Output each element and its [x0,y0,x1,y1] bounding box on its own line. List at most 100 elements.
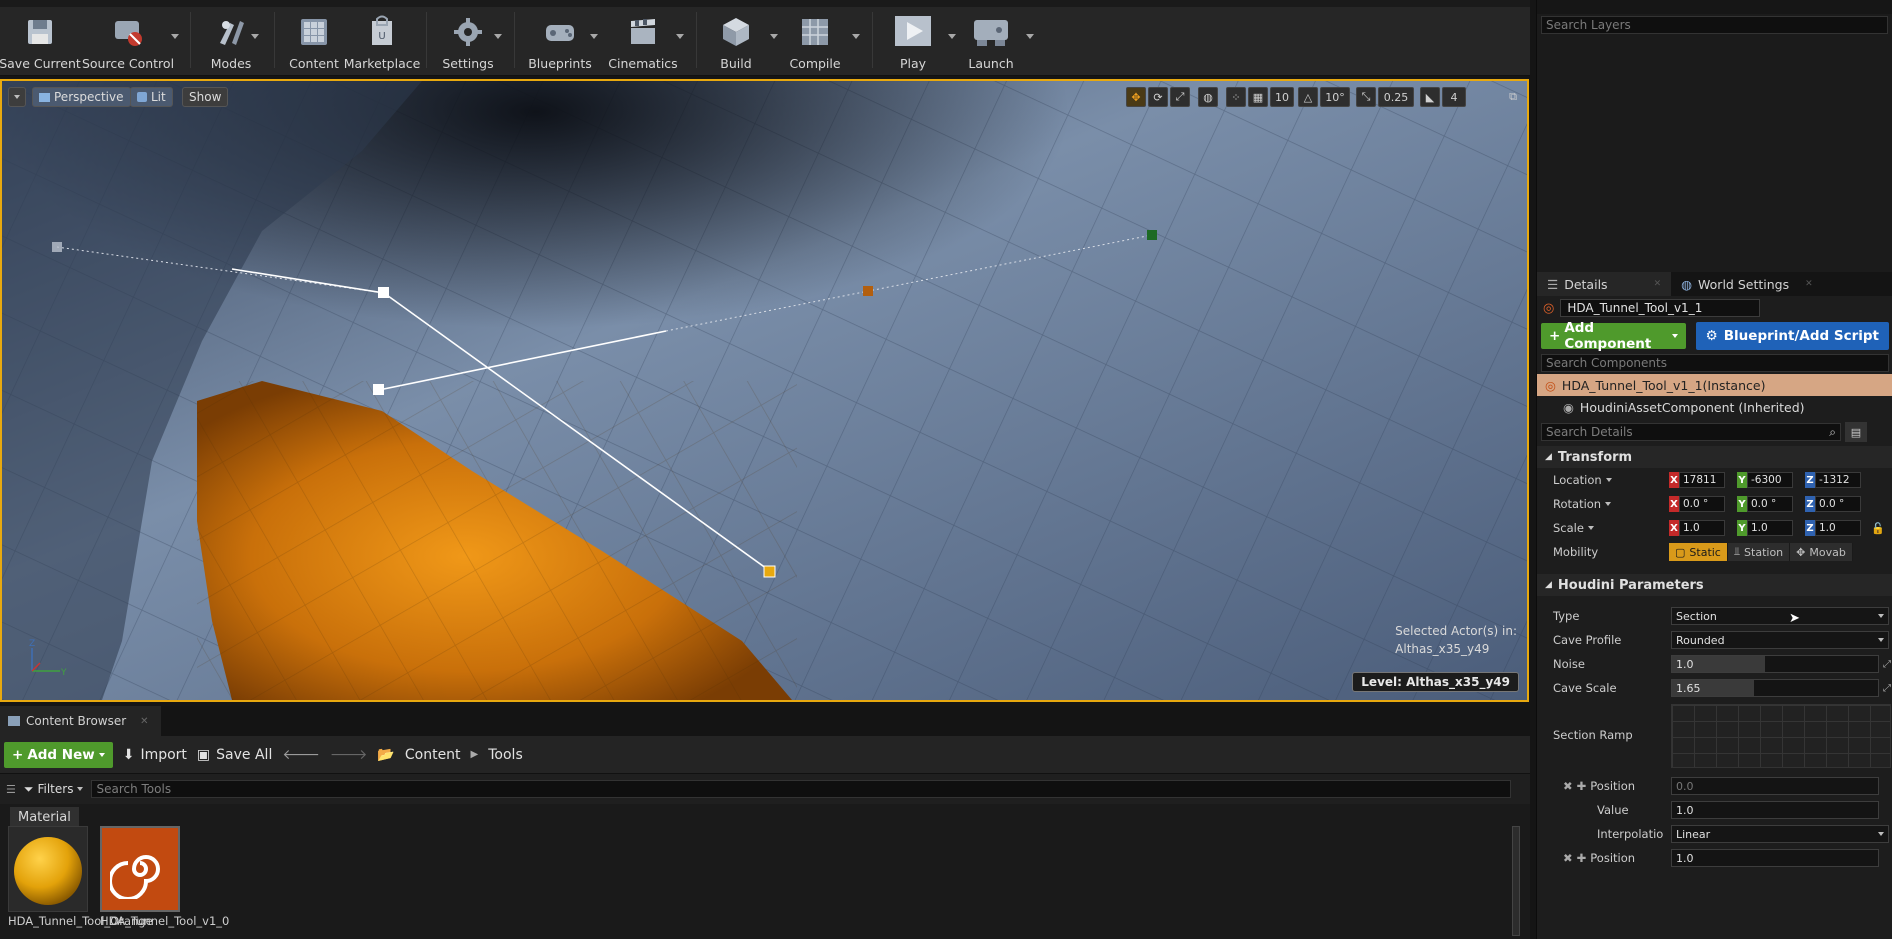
scale-snap-value[interactable]: 0.25 [1378,87,1414,107]
houdini-parameters-section-header[interactable]: ◢ Houdini Parameters [1537,574,1892,596]
rotation-x-field[interactable]: 0.0 ° [1679,496,1725,512]
history-forward-icon[interactable]: 🡒 [330,746,368,763]
spline-control-point[interactable] [52,242,62,252]
location-z-field[interactable]: -1312 [1815,472,1861,488]
spline-control-point[interactable] [863,286,873,296]
spline-point-handle[interactable] [378,287,389,298]
lit-button[interactable]: Lit [130,87,173,107]
rotate-mode-icon[interactable]: ⟳ [1148,87,1168,107]
scale-z[interactable]: Z 1.0 [1805,520,1861,536]
scale-y-field[interactable]: 1.0 [1747,520,1793,536]
location-y[interactable]: Y -6300 [1737,472,1793,488]
rotation-z[interactable]: Z 0.0 ° [1805,496,1861,512]
search-tools-input[interactable]: Search Tools [91,780,1512,798]
actor-name-field[interactable]: HDA_Tunnel_Tool_v1_1 [1560,299,1761,317]
world-local-icon[interactable]: ◍ [1198,87,1218,107]
scale-snap-icon[interactable]: ⤡ [1356,87,1376,107]
type-dropdown[interactable]: Section [1671,607,1889,625]
play-button[interactable]: Play [890,12,936,72]
component-item-houdini[interactable]: ◉ HoudiniAssetComponent (Inherited) [1537,396,1892,418]
mobility-selector[interactable]: ▢ Static ⫫ Station ✥ Movab [1669,543,1853,561]
scale-y[interactable]: Y 1.0 [1737,520,1793,536]
scale-z-field[interactable]: 1.0 [1815,520,1861,536]
spline-control-point[interactable] [1147,230,1157,240]
tab-details[interactable]: ☰ Details ✕ [1537,272,1672,296]
blueprints-button[interactable]: Blueprints [528,12,592,72]
history-back-icon[interactable]: 🡐 [282,746,320,763]
save-all-button[interactable]: ▣ Save All [197,747,272,763]
section-ramp-curve[interactable] [1671,704,1891,768]
asset-tile-selected[interactable]: HDA_Tunnel_Tool_v1_0 [100,826,229,928]
breadcrumb-tools[interactable]: Tools [488,747,523,763]
settings-caret-icon[interactable] [494,34,502,39]
tab-world-settings[interactable]: ◍ World Settings ✕ [1671,272,1823,296]
compile-caret-icon[interactable] [852,34,860,39]
scale-label[interactable]: Scale [1553,521,1594,535]
rotation-label[interactable]: Rotation [1553,497,1612,511]
viewport-options-dropdown[interactable] [8,87,26,107]
location-label[interactable]: Location [1553,473,1612,487]
add-point-icon[interactable]: ✚ [1577,851,1587,865]
interpolation-dropdown[interactable]: Linear [1671,825,1889,843]
show-button[interactable]: Show [182,87,229,107]
mobility-static-option[interactable]: ▢ Static [1669,543,1728,561]
close-icon[interactable]: ✕ [1805,279,1813,289]
spline-point-handle-selected[interactable] [763,565,776,578]
cave-scale-slider[interactable]: 1.65 [1671,679,1879,697]
transform-section-header[interactable]: ◢ Transform [1537,446,1892,468]
rotation-x[interactable]: X 0.0 ° [1669,496,1725,512]
lock-icon[interactable]: 🔓 [1871,522,1885,535]
build-button[interactable]: Build [714,12,758,72]
mobility-stationary-option[interactable]: ⫫ Station [1727,543,1791,561]
build-caret-icon[interactable] [770,34,778,39]
blueprint-add-script-button[interactable]: ⚙ Blueprint/Add Script [1695,322,1889,350]
source-control-button[interactable]: Source Control [82,12,174,72]
blueprints-caret-icon[interactable] [590,34,598,39]
scale-x-field[interactable]: 1.0 [1679,520,1725,536]
folder-icon[interactable]: 📂 [377,747,394,763]
location-x[interactable]: X 17811 [1669,472,1725,488]
delete-point-icon[interactable]: ✖ [1563,779,1573,793]
rotation-y-field[interactable]: 0.0 ° [1747,496,1793,512]
content-button[interactable]: Content [288,12,340,72]
close-icon[interactable]: ✕ [1654,279,1662,289]
location-z[interactable]: Z -1312 [1805,472,1861,488]
filters-button[interactable]: ⏷ Filters [24,782,84,797]
scale-x[interactable]: X 1.0 [1669,520,1725,536]
camera-speed-icon[interactable]: ◣ [1420,87,1440,107]
content-scrollbar[interactable] [1512,826,1520,936]
modes-caret-icon[interactable] [251,34,259,39]
play-caret-icon[interactable] [948,34,956,39]
perspective-button[interactable]: Perspective [32,87,131,107]
sources-toggle-icon[interactable]: ☰ [6,783,16,796]
reset-icon[interactable]: ⤢ [1883,683,1891,694]
noise-slider[interactable]: 1.0 [1671,655,1879,673]
tab-content-browser[interactable]: Content Browser ✕ [0,706,161,736]
search-layers-input[interactable]: Search Layers [1541,16,1888,34]
surface-snap-icon[interactable]: ⁘ [1226,87,1246,107]
grid-snap-icon[interactable]: ▦ [1248,87,1268,107]
breadcrumb-content[interactable]: Content [405,747,461,763]
spline-point-handle[interactable] [373,384,384,395]
location-y-field[interactable]: -6300 [1747,472,1793,488]
add-point-icon[interactable]: ✚ [1577,779,1587,793]
import-button[interactable]: ⬇ Import [123,747,187,763]
category-material[interactable]: Material [10,806,79,828]
search-components-input[interactable]: Search Components [1541,354,1889,372]
settings-button[interactable]: Settings [440,12,496,72]
value-slider[interactable]: 1.0 [1671,801,1879,819]
reset-icon[interactable]: ⤢ [1883,659,1891,670]
save-current-button[interactable]: Save Current [0,12,81,72]
position-slider[interactable]: 1.0 [1671,849,1879,867]
view-options-icon[interactable]: ▤ [1845,422,1867,442]
close-icon[interactable]: ✕ [140,716,148,727]
launch-caret-icon[interactable] [1026,34,1034,39]
launch-button[interactable]: Launch [968,12,1014,72]
add-component-button[interactable]: + Add Component [1541,320,1686,352]
modes-button[interactable]: Modes [206,12,256,72]
position-slider[interactable]: 0.0 [1671,777,1879,795]
cave-profile-dropdown[interactable]: Rounded [1671,631,1889,649]
rotation-z-field[interactable]: 0.0 ° [1815,496,1861,512]
add-new-button[interactable]: + Add New [4,741,113,768]
asset-tile[interactable]: HDA_Tunnel_Tool_Orange [8,826,153,928]
